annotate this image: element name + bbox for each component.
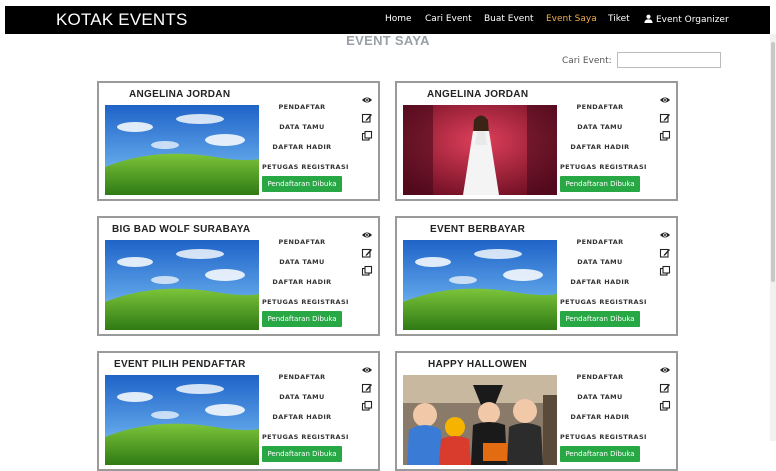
event-menu: PENDAFTAR DATA TAMU DAFTAR HADIR PETUGAS RE… bbox=[560, 232, 646, 312]
status-button[interactable]: Pendaftaran Dibuka bbox=[560, 311, 640, 327]
eye-icon[interactable] bbox=[361, 361, 373, 373]
eye-icon[interactable] bbox=[659, 91, 671, 103]
event-actions bbox=[659, 226, 671, 280]
daftar-hadir-link[interactable]: DAFTAR HADIR bbox=[560, 137, 640, 157]
data-tamu-link[interactable]: DATA TAMU bbox=[560, 117, 640, 137]
event-card: EVENT BERBAYAR PENDAFTAR DATA TAMU DAFTAR H… bbox=[395, 216, 678, 336]
daftar-hadir-link[interactable]: DAFTAR HADIR bbox=[262, 137, 342, 157]
eye-icon[interactable] bbox=[659, 361, 671, 373]
eye-icon[interactable] bbox=[659, 226, 671, 238]
event-actions bbox=[659, 91, 671, 145]
event-title[interactable]: EVENT BERBAYAR bbox=[430, 224, 525, 235]
event-image[interactable] bbox=[403, 375, 557, 465]
event-title[interactable]: BIG BAD WOLF SURABAYA bbox=[112, 224, 250, 235]
data-tamu-link[interactable]: DATA TAMU bbox=[560, 252, 640, 272]
pendaftar-link[interactable]: PENDAFTAR bbox=[262, 232, 342, 252]
status-button[interactable]: Pendaftaran Dibuka bbox=[262, 176, 342, 192]
nav-cari-event[interactable]: Cari Event bbox=[425, 14, 472, 24]
scrollbar[interactable] bbox=[770, 34, 776, 441]
data-tamu-link[interactable]: DATA TAMU bbox=[262, 117, 342, 137]
petugas-registrasi-link[interactable]: PETUGAS REGISTRASI bbox=[560, 157, 646, 177]
page-title: EVENT SAYA bbox=[346, 33, 430, 48]
event-image[interactable] bbox=[105, 375, 259, 465]
user-icon bbox=[644, 14, 653, 23]
eye-icon[interactable] bbox=[361, 226, 373, 238]
event-card: HAPPY HALLOWEN PENDAFTAR DATA TAMU DAFTAR H… bbox=[395, 351, 678, 471]
event-actions bbox=[361, 226, 373, 280]
event-menu: PENDAFTAR DATA TAMU DAFTAR HADIR PETUGAS RE… bbox=[262, 367, 348, 447]
event-title[interactable]: ANGELINA JORDAN bbox=[129, 89, 230, 100]
event-menu: PENDAFTAR DATA TAMU DAFTAR HADIR PETUGAS RE… bbox=[262, 97, 348, 177]
nav-buat-event[interactable]: Buat Event bbox=[484, 14, 534, 24]
petugas-registrasi-link[interactable]: PETUGAS REGISTRASI bbox=[262, 292, 348, 312]
data-tamu-link[interactable]: DATA TAMU bbox=[560, 387, 640, 407]
daftar-hadir-link[interactable]: DAFTAR HADIR bbox=[262, 272, 342, 292]
copy-icon[interactable] bbox=[361, 127, 373, 141]
event-menu: PENDAFTAR DATA TAMU DAFTAR HADIR PETUGAS RE… bbox=[262, 232, 348, 312]
petugas-registrasi-link[interactable]: PETUGAS REGISTRASI bbox=[560, 292, 646, 312]
event-image[interactable] bbox=[403, 105, 557, 195]
data-tamu-link[interactable]: DATA TAMU bbox=[262, 387, 342, 407]
event-title[interactable]: HAPPY HALLOWEN bbox=[428, 359, 527, 370]
edit-icon[interactable] bbox=[361, 109, 373, 123]
event-image[interactable] bbox=[105, 105, 259, 195]
nav-event-organizer[interactable]: Event Organizer bbox=[644, 14, 729, 25]
edit-icon[interactable] bbox=[659, 244, 671, 258]
petugas-registrasi-link[interactable]: PETUGAS REGISTRASI bbox=[262, 157, 348, 177]
event-image[interactable] bbox=[403, 240, 557, 330]
copy-icon[interactable] bbox=[361, 397, 373, 411]
daftar-hadir-link[interactable]: DAFTAR HADIR bbox=[560, 407, 640, 427]
edit-icon[interactable] bbox=[361, 379, 373, 393]
status-button[interactable]: Pendaftaran Dibuka bbox=[262, 311, 342, 327]
edit-icon[interactable] bbox=[659, 379, 671, 393]
event-card: ANGELINA JORDAN PENDAFTAR DATA TAMU DAFTAR … bbox=[395, 81, 678, 201]
daftar-hadir-link[interactable]: DAFTAR HADIR bbox=[560, 272, 640, 292]
search-input[interactable] bbox=[617, 52, 721, 68]
status-button[interactable]: Pendaftaran Dibuka bbox=[560, 446, 640, 462]
pendaftar-link[interactable]: PENDAFTAR bbox=[560, 97, 640, 117]
scrollbar-thumb[interactable] bbox=[771, 42, 775, 282]
petugas-registrasi-link[interactable]: PETUGAS REGISTRASI bbox=[560, 427, 646, 447]
pendaftar-link[interactable]: PENDAFTAR bbox=[262, 367, 342, 387]
event-actions bbox=[361, 91, 373, 145]
nav-home[interactable]: Home bbox=[385, 14, 412, 24]
event-actions bbox=[659, 361, 671, 415]
event-menu: PENDAFTAR DATA TAMU DAFTAR HADIR PETUGAS RE… bbox=[560, 367, 646, 447]
event-card: EVENT PILIH PENDAFTAR PENDAFTAR DATA TAMU D… bbox=[97, 351, 380, 471]
copy-icon[interactable] bbox=[659, 397, 671, 411]
nav-links: Home Cari Event Buat Event Event Saya Ti… bbox=[5, 6, 770, 34]
navbar: KOTAK EVENTS Home Cari Event Buat Event … bbox=[5, 6, 770, 34]
copy-icon[interactable] bbox=[659, 262, 671, 276]
nav-event-organizer-label: Event Organizer bbox=[656, 15, 729, 25]
status-button[interactable]: Pendaftaran Dibuka bbox=[560, 176, 640, 192]
edit-icon[interactable] bbox=[659, 109, 671, 123]
pendaftar-link[interactable]: PENDAFTAR bbox=[262, 97, 342, 117]
event-image[interactable] bbox=[105, 240, 259, 330]
copy-icon[interactable] bbox=[361, 262, 373, 276]
petugas-registrasi-link[interactable]: PETUGAS REGISTRASI bbox=[262, 427, 348, 447]
event-menu: PENDAFTAR DATA TAMU DAFTAR HADIR PETUGAS RE… bbox=[560, 97, 646, 177]
copy-icon[interactable] bbox=[659, 127, 671, 141]
event-title[interactable]: ANGELINA JORDAN bbox=[427, 89, 528, 100]
daftar-hadir-link[interactable]: DAFTAR HADIR bbox=[262, 407, 342, 427]
event-card: BIG BAD WOLF SURABAYA PENDAFTAR DATA TAMU D… bbox=[97, 216, 380, 336]
status-button[interactable]: Pendaftaran Dibuka bbox=[262, 446, 342, 462]
eye-icon[interactable] bbox=[361, 91, 373, 103]
nav-event-saya[interactable]: Event Saya bbox=[546, 14, 597, 24]
nav-tiket[interactable]: Tiket bbox=[608, 14, 630, 24]
pendaftar-link[interactable]: PENDAFTAR bbox=[560, 232, 640, 252]
data-tamu-link[interactable]: DATA TAMU bbox=[262, 252, 342, 272]
event-title[interactable]: EVENT PILIH PENDAFTAR bbox=[114, 359, 246, 370]
edit-icon[interactable] bbox=[361, 244, 373, 258]
event-card: ANGELINA JORDAN PENDAFTAR DATA TAMU DAFTAR … bbox=[97, 81, 380, 201]
pendaftar-link[interactable]: PENDAFTAR bbox=[560, 367, 640, 387]
search-label: Cari Event: bbox=[562, 56, 612, 66]
event-actions bbox=[361, 361, 373, 415]
